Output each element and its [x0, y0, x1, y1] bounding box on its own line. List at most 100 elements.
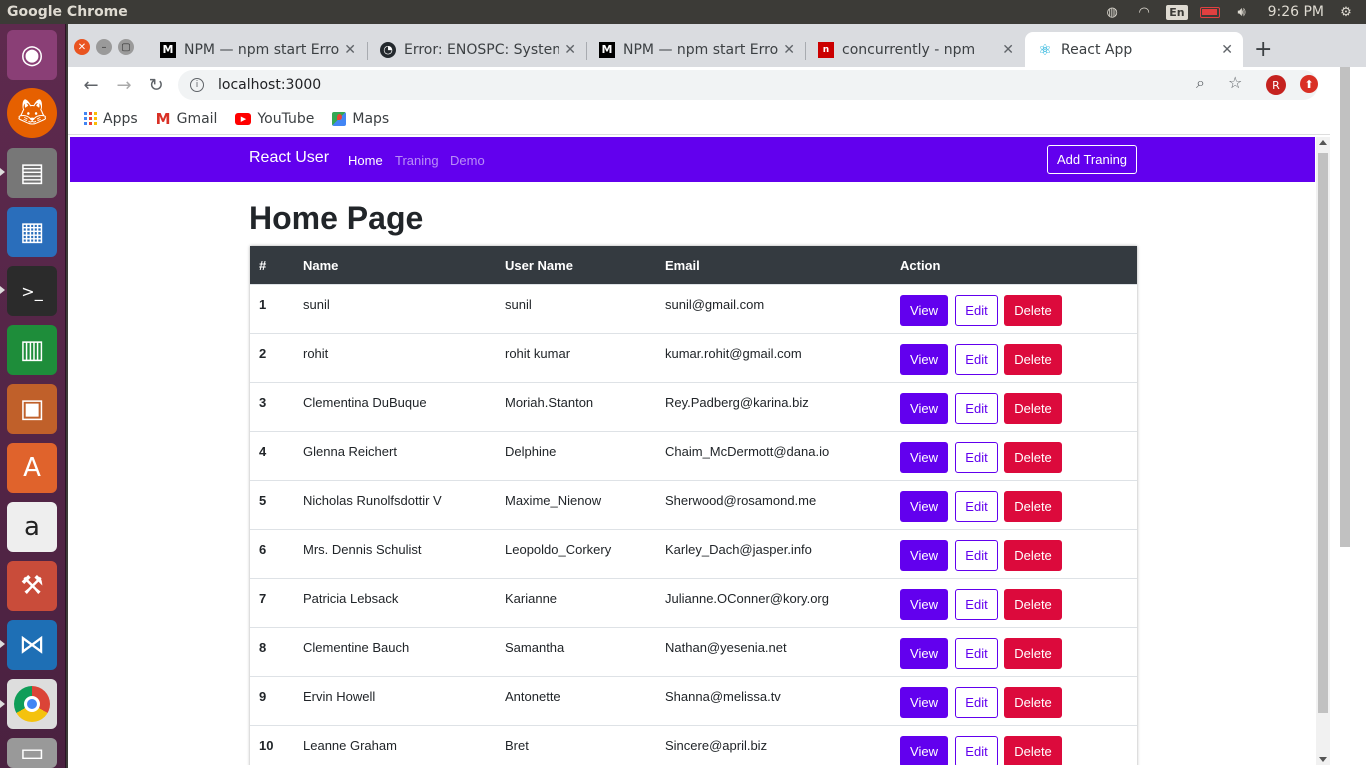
keyboard-layout-indicator[interactable]: En [1166, 4, 1188, 20]
clock[interactable]: 9:26 PM [1268, 4, 1324, 20]
react-favicon-icon: ⚛ [1038, 40, 1052, 59]
bookmark-label: YouTube [257, 110, 315, 127]
edit-button[interactable]: Edit [955, 491, 998, 522]
window-close-button[interactable]: ✕ [74, 39, 90, 55]
view-button[interactable]: View [900, 295, 948, 326]
page-title: Home Page [249, 200, 424, 236]
address-bar[interactable]: i localhost:3000 [178, 70, 1318, 100]
scroll-down-arrow-icon[interactable] [1319, 757, 1327, 762]
network-globe-icon[interactable]: ◍ [1102, 3, 1122, 21]
bookmark-label: Apps [103, 110, 138, 127]
new-tab-button[interactable]: + [1254, 37, 1272, 62]
vscode-icon[interactable]: ⋈ [7, 620, 57, 670]
amazon-icon[interactable]: a [7, 502, 57, 552]
edit-button[interactable]: Edit [955, 442, 998, 473]
edit-button[interactable]: Edit [955, 393, 998, 424]
site-info-icon[interactable]: i [190, 78, 204, 92]
wifi-icon[interactable]: ◠ [1134, 3, 1154, 21]
view-button[interactable]: View [900, 442, 948, 473]
window-minimize-button[interactable]: – [96, 39, 112, 55]
tab-close-icon[interactable]: ✕ [1221, 42, 1233, 58]
settings-icon[interactable]: ⚒ [7, 561, 57, 611]
view-button[interactable]: View [900, 491, 948, 522]
row-email: Shanna@melissa.tv [665, 689, 781, 704]
edit-button[interactable]: Edit [955, 540, 998, 571]
delete-button[interactable]: Delete [1004, 295, 1062, 326]
volume-icon[interactable]: 🔊︎ [1232, 3, 1252, 21]
firefox-icon[interactable]: 🦊︎ [7, 88, 57, 138]
view-button[interactable]: View [900, 589, 948, 620]
zoom-icon[interactable]: ⌕ [1196, 73, 1205, 93]
delete-button[interactable]: Delete [1004, 638, 1062, 669]
terminal-icon[interactable]: >_ [7, 266, 57, 316]
navbar-brand[interactable]: React User [249, 149, 329, 167]
profile-avatar[interactable]: R [1266, 75, 1286, 95]
writer-icon[interactable]: ▦ [7, 207, 57, 257]
ubuntu-dash-icon[interactable]: ◉ [7, 30, 57, 80]
outer-scrollbar-thumb[interactable] [1340, 67, 1350, 547]
tab-npm-start-error-1[interactable]: M NPM — npm start Erro ✕ [148, 32, 366, 67]
impress-icon[interactable]: ▣ [7, 384, 57, 434]
table-row: 4 Glenna Reichert Delphine Chaim_McDermott@… [250, 431, 1137, 480]
software-center-icon[interactable]: A [7, 443, 57, 493]
nav-traning-link[interactable]: Traning [395, 153, 439, 168]
outer-scrollbar[interactable] [1330, 67, 1366, 768]
tab-enospc-error[interactable]: ◔ Error: ENOSPC: System ✕ [368, 32, 586, 67]
delete-button[interactable]: Delete [1004, 687, 1062, 718]
delete-button[interactable]: Delete [1004, 442, 1062, 473]
tab-close-icon[interactable]: ✕ [564, 42, 576, 58]
back-arrow-icon[interactable]: ← [79, 73, 103, 97]
bookmark-apps[interactable]: Apps [84, 111, 138, 127]
edit-button[interactable]: Edit [955, 687, 998, 718]
view-button[interactable]: View [900, 540, 948, 571]
view-button[interactable]: View [900, 736, 948, 765]
delete-button[interactable]: Delete [1004, 589, 1062, 620]
view-button[interactable]: View [900, 393, 948, 424]
power-gear-icon[interactable]: ⚙ [1336, 3, 1356, 21]
bookmark-star-icon[interactable]: ☆ [1228, 73, 1242, 92]
forward-arrow-icon[interactable]: → [112, 73, 136, 97]
bookmark-youtube[interactable]: ▶ YouTube [235, 111, 314, 127]
delete-button[interactable]: Delete [1004, 344, 1062, 375]
extension-upload-icon[interactable]: ⬆ [1300, 75, 1318, 93]
scroll-up-arrow-icon[interactable] [1319, 140, 1327, 145]
battery-icon[interactable] [1199, 3, 1220, 21]
reload-icon[interactable]: ↻ [144, 73, 168, 97]
page-scrollbar-thumb[interactable] [1318, 153, 1328, 713]
tab-close-icon[interactable]: ✕ [1002, 42, 1014, 58]
tab-npm-start-error-2[interactable]: M NPM — npm start Erro ✕ [587, 32, 805, 67]
row-email: Chaim_McDermott@dana.io [665, 444, 830, 459]
trash-icon[interactable]: ▭ [7, 738, 57, 768]
edit-button[interactable]: Edit [955, 344, 998, 375]
row-name: Glenna Reichert [303, 444, 397, 459]
edit-button[interactable]: Edit [955, 295, 998, 326]
calc-icon[interactable]: ▥ [7, 325, 57, 375]
nav-home-link[interactable]: Home [348, 153, 383, 168]
window-maximize-button[interactable]: ▢ [118, 39, 134, 55]
page-scrollbar[interactable] [1316, 137, 1330, 765]
view-button[interactable]: View [900, 687, 948, 718]
row-username: Antonette [505, 689, 561, 704]
tab-close-icon[interactable]: ✕ [344, 42, 356, 58]
files-icon[interactable]: ▤ [7, 148, 57, 198]
view-button[interactable]: View [900, 344, 948, 375]
nav-demo-link[interactable]: Demo [450, 153, 485, 168]
tab-concurrently-npm[interactable]: n concurrently - npm ✕ [806, 32, 1024, 67]
apps-grid-icon [84, 112, 97, 125]
delete-button[interactable]: Delete [1004, 491, 1062, 522]
edit-button[interactable]: Edit [955, 736, 998, 765]
chrome-icon[interactable] [7, 679, 57, 729]
delete-button[interactable]: Delete [1004, 540, 1062, 571]
bookmark-maps[interactable]: Maps [332, 111, 389, 127]
tab-close-icon[interactable]: ✕ [783, 42, 795, 58]
add-traning-button[interactable]: Add Traning [1047, 145, 1137, 174]
edit-button[interactable]: Edit [955, 638, 998, 669]
running-indicator-arrow [0, 168, 5, 176]
row-email: Sherwood@rosamond.me [665, 493, 817, 508]
delete-button[interactable]: Delete [1004, 393, 1062, 424]
delete-button[interactable]: Delete [1004, 736, 1062, 765]
tab-react-app[interactable]: ⚛ React App ✕ [1025, 32, 1243, 67]
edit-button[interactable]: Edit [955, 589, 998, 620]
view-button[interactable]: View [900, 638, 948, 669]
bookmark-gmail[interactable]: M Gmail [156, 110, 218, 128]
